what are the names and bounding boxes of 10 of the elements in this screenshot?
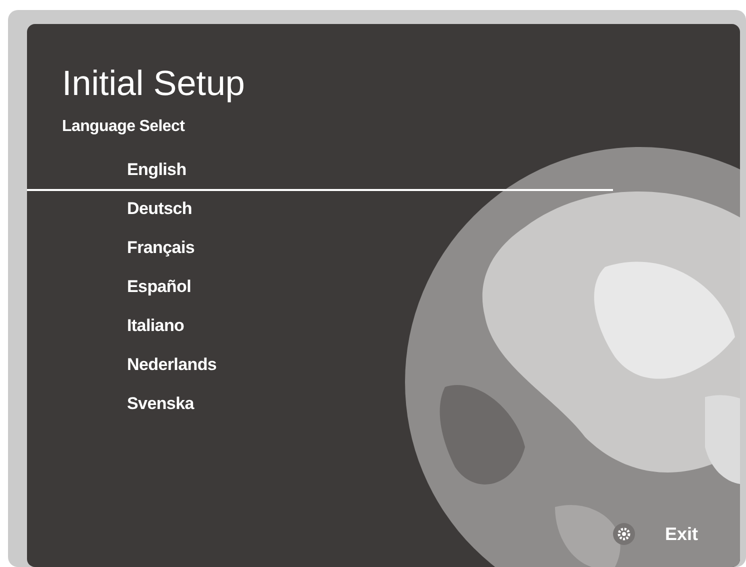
language-option[interactable]: Nederlands [27,347,613,386]
language-option[interactable]: Deutsch [27,191,613,230]
language-option[interactable]: Italiano [27,308,613,347]
settings-icon [612,523,635,545]
screen-title: Initial Setup [62,64,245,104]
language-option[interactable]: English [27,152,613,191]
language-option[interactable]: Français [27,230,613,269]
language-option[interactable]: Svenska [27,386,613,425]
screen-subtitle: Language Select [62,118,185,136]
language-option[interactable]: Español [27,269,613,308]
